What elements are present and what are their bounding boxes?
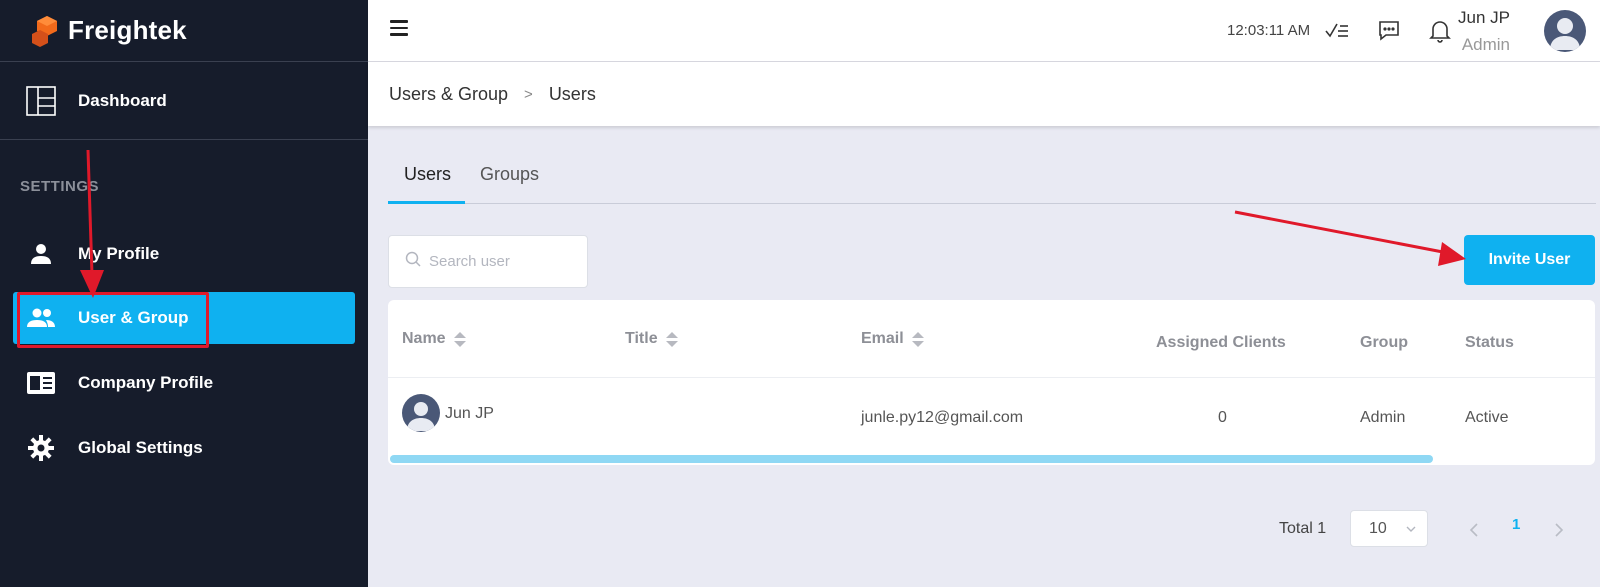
sidebar-item-label: Company Profile [78,373,214,392]
cell-assigned-clients: 0 [1218,409,1227,426]
users-table: Name Title Email Assigned Clients Group … [388,300,1595,465]
header-divider [388,377,1595,378]
freightek-logo-icon [30,14,64,48]
avatar[interactable] [1544,10,1586,52]
column-header-assigned-clients: Assigned Clients [1156,334,1286,351]
chat-icon[interactable] [1376,18,1402,44]
breadcrumb-separator: > [524,85,533,103]
gear-icon [26,433,56,463]
active-tab-indicator [388,201,465,204]
avatar [402,394,440,432]
topbar: 12:03:11 AM Jun JP Admin [368,0,1600,62]
user-role: Admin [1461,35,1510,54]
sidebar-item-label: My Profile [78,244,160,263]
sidebar-item-label: Dashboard [78,90,167,110]
tabs: Users Groups [388,152,1596,204]
search-input[interactable] [429,253,579,270]
sort-icon[interactable] [665,331,678,347]
tab-groups[interactable]: Groups [480,164,539,185]
sidebar-item-label: Global Settings [78,438,203,457]
invite-user-button[interactable]: Invite User [1464,235,1595,285]
annotation-highlight-box [17,292,209,348]
cell-name: Jun JP [445,405,494,422]
breadcrumb-current: Users [548,83,596,104]
sort-icon[interactable] [911,331,924,347]
sidebar: Freightek Dashboard SETTINGS My Profile … [0,0,368,587]
page-size-select[interactable]: 10 [1350,510,1428,547]
column-header-email[interactable]: Email [861,330,924,348]
column-header-name[interactable]: Name [402,330,466,348]
settings-section-title: SETTINGS [20,178,100,195]
column-header-group: Group [1360,334,1408,351]
sidebar-item-my-profile[interactable]: My Profile [26,228,159,280]
page-size-value: 10 [1369,519,1387,537]
menu-icon[interactable] [390,20,408,36]
user-name: Jun JP [1458,8,1510,27]
prev-page-icon[interactable] [1468,520,1480,543]
checklist-icon[interactable] [1324,18,1350,44]
brand[interactable]: Freightek [0,0,368,62]
column-header-status: Status [1465,334,1514,351]
breadcrumb-parent[interactable]: Users & Group [389,84,508,105]
search-box[interactable] [388,235,588,288]
tab-users[interactable]: Users [404,164,451,185]
next-page-icon[interactable] [1553,520,1565,543]
breadcrumb: Users & Group > Users [368,62,1600,126]
sidebar-item-company-profile[interactable]: Company Profile [26,357,213,409]
page-number-current[interactable]: 1 [1512,516,1520,533]
clock: 12:03:11 AM [1227,22,1311,39]
horizontal-scrollbar[interactable] [390,455,1433,463]
total-count: Total 1 [1279,520,1327,537]
sidebar-item-dashboard[interactable]: Dashboard [0,62,368,140]
user-icon [26,239,56,269]
cell-status: Active [1465,409,1509,426]
sort-icon[interactable] [453,331,466,347]
cell-group: Admin [1360,409,1406,426]
column-header-title[interactable]: Title [625,330,678,348]
dashboard-icon [26,85,56,116]
cell-email: junle.py12@gmail.com [861,409,1024,426]
chevron-down-icon [1405,522,1417,540]
search-icon [405,251,421,272]
sidebar-item-global-settings[interactable]: Global Settings [26,422,203,474]
id-card-icon [26,368,56,398]
brand-name: Freightek [68,15,187,45]
